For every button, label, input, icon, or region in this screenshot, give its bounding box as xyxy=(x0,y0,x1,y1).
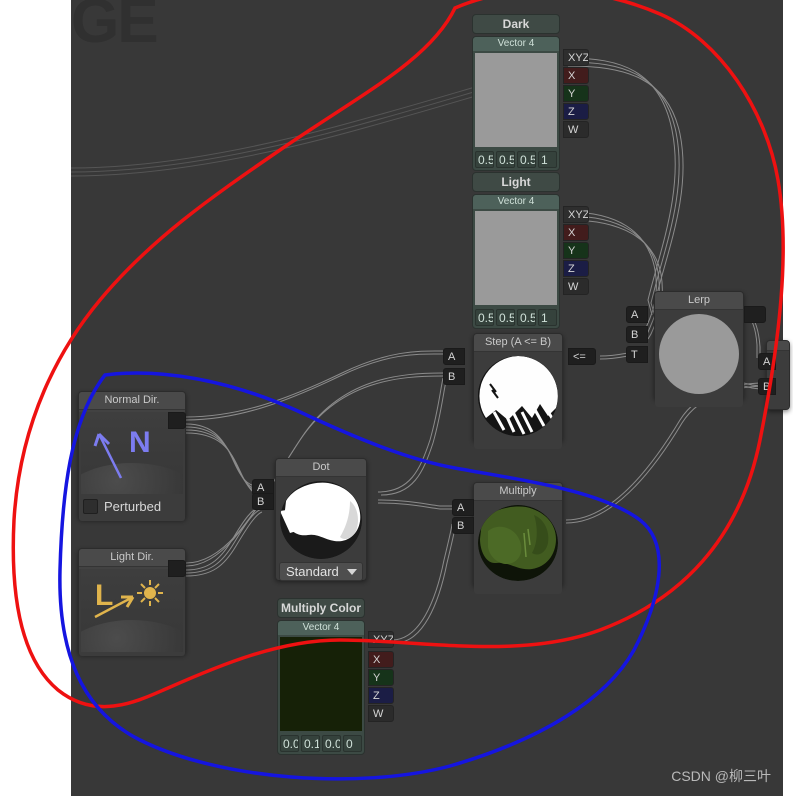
node-light-field-z[interactable]: 0.5 xyxy=(517,309,536,326)
node-dark-output-xyz[interactable]: XYZ xyxy=(563,49,589,66)
node-dot-input-b[interactable]: B xyxy=(252,493,274,510)
perturbed-checkbox[interactable] xyxy=(83,499,98,514)
node-light-body[interactable]: Vector 4 0.5 0.5 0.5 1 xyxy=(472,194,560,329)
node-multiply-color-output-x[interactable]: X xyxy=(368,651,394,668)
node-multiply-color-field-x[interactable]: 0.0 xyxy=(280,735,299,752)
node-lerp-input-b[interactable]: B xyxy=(626,326,648,343)
node-multiply-color-swatch[interactable] xyxy=(280,637,362,731)
dot-mode-dropdown[interactable]: Standard xyxy=(279,562,363,581)
node-multiply-color-field-z[interactable]: 0.0 xyxy=(322,735,341,752)
node-step-input-b[interactable]: B xyxy=(443,368,465,385)
node-normal-dir[interactable]: Normal Dir. N Perturbed xyxy=(78,391,186,521)
node-dot-title: Dot xyxy=(276,459,366,477)
node-multiply-input-a[interactable]: A xyxy=(452,499,474,516)
node-dark-output-z[interactable]: Z xyxy=(563,103,589,120)
node-step-preview xyxy=(478,356,558,436)
node-step-input-a[interactable]: A xyxy=(443,348,465,365)
node-light-output-y[interactable]: Y xyxy=(563,242,589,259)
node-multiply-color-output-xyz[interactable]: XYZ xyxy=(368,631,394,648)
node-light-color-swatch[interactable] xyxy=(475,211,557,305)
node-lerp-body xyxy=(655,310,743,407)
node-lerp-input-a[interactable]: A xyxy=(626,306,648,323)
perturbed-label: Perturbed xyxy=(104,499,162,514)
node-dot-body[interactable]: Standard xyxy=(276,477,366,581)
node-light-field-y[interactable]: 0.5 xyxy=(496,309,515,326)
normal-dir-glyph: N xyxy=(129,426,151,459)
node-dark[interactable]: Dark Vector 4 0.5 0.5 0.5 1 xyxy=(472,14,560,171)
node-offscreen-input-b[interactable]: B xyxy=(758,378,776,395)
node-multiply-body xyxy=(474,501,562,594)
node-lerp-input-t[interactable]: T xyxy=(626,346,648,363)
node-normal-dir-title: Normal Dir. xyxy=(79,392,185,410)
node-multiply-color-output-y[interactable]: Y xyxy=(368,669,394,686)
node-step-title: Step (A <= B) xyxy=(474,334,562,352)
sun-icon xyxy=(137,580,163,606)
shader-graph-screenshot: GE CSDN @柳三叶 Dark Vector 4 0.5 0.5 0.5 1… xyxy=(0,0,793,809)
node-dark-field-x[interactable]: 0.5 xyxy=(475,151,494,168)
dot-mode-value: Standard xyxy=(286,564,339,579)
chevron-down-icon xyxy=(347,568,357,575)
node-multiply-color-field-y[interactable]: 0.1( xyxy=(301,735,320,752)
node-normal-dir-output[interactable] xyxy=(168,412,186,429)
node-dot-preview xyxy=(280,481,362,559)
node-dark-output-w[interactable]: W xyxy=(563,121,589,138)
node-multiply[interactable]: Multiply xyxy=(473,482,563,594)
node-dark-title: Dark xyxy=(472,14,560,34)
node-dot[interactable]: Dot Standard xyxy=(275,458,367,581)
node-dark-fields[interactable]: 0.5 0.5 0.5 1 xyxy=(473,149,559,170)
node-light-title: Light xyxy=(472,172,560,192)
node-light-dir-output[interactable] xyxy=(168,560,186,577)
node-lerp[interactable]: Lerp xyxy=(654,291,744,407)
node-multiply-title: Multiply xyxy=(474,483,562,501)
node-light-output-z[interactable]: Z xyxy=(563,260,589,277)
node-multiply-input-b[interactable]: B xyxy=(452,517,474,534)
node-normal-dir-perturbed-row[interactable]: Perturbed xyxy=(79,496,185,518)
node-light-output-x[interactable]: X xyxy=(563,224,589,241)
node-lerp-output[interactable] xyxy=(744,306,766,323)
light-dir-glyph: L xyxy=(95,579,113,612)
node-offscreen-title xyxy=(767,341,789,351)
node-dark-output-x[interactable]: X xyxy=(563,67,589,84)
node-dot-preview-wrap xyxy=(276,477,366,559)
node-lerp-title: Lerp xyxy=(655,292,743,310)
node-step-body xyxy=(474,352,562,449)
node-light-subtitle: Vector 4 xyxy=(473,195,559,209)
node-light-field-w[interactable]: 1 xyxy=(538,309,557,326)
node-light-field-x[interactable]: 0.5 xyxy=(475,309,494,326)
node-light-dir-body: L xyxy=(79,569,185,656)
node-step-output[interactable]: <= xyxy=(568,348,596,365)
node-dark-body[interactable]: Vector 4 0.5 0.5 0.5 1 xyxy=(472,36,560,171)
node-lerp-preview xyxy=(659,314,739,394)
node-multiply-color-fields[interactable]: 0.0 0.1( 0.0 0 xyxy=(278,733,364,754)
node-multiply-color-subtitle: Vector 4 xyxy=(278,621,364,635)
node-multiply-color-output-z[interactable]: Z xyxy=(368,687,394,704)
watermark-ge: GE xyxy=(71,0,159,56)
node-light[interactable]: Light Vector 4 0.5 0.5 0.5 1 xyxy=(472,172,560,329)
node-multiply-color-title: Multiply Color xyxy=(277,598,365,618)
node-light-dir-preview: L xyxy=(81,569,183,652)
node-step[interactable]: Step (A <= B) xyxy=(473,333,563,449)
node-multiply-preview xyxy=(478,505,558,581)
node-dark-field-z[interactable]: 0.5 xyxy=(517,151,536,168)
node-multiply-color[interactable]: Multiply Color Vector 4 0.0 0.1( 0.0 0 xyxy=(277,598,365,755)
node-light-output-xyz[interactable]: XYZ xyxy=(563,206,589,223)
node-dark-field-w[interactable]: 1 xyxy=(538,151,557,168)
node-light-output-w[interactable]: W xyxy=(563,278,589,295)
node-dark-output-y[interactable]: Y xyxy=(563,85,589,102)
node-dark-field-y[interactable]: 0.5 xyxy=(496,151,515,168)
node-offscreen-input-a[interactable]: A xyxy=(758,353,776,370)
node-dark-color-swatch[interactable] xyxy=(475,53,557,147)
node-multiply-color-body[interactable]: Vector 4 0.0 0.1( 0.0 0 xyxy=(277,620,365,755)
node-multiply-color-field-w[interactable]: 0 xyxy=(343,735,362,752)
node-dark-subtitle: Vector 4 xyxy=(473,37,559,51)
watermark-csdn: CSDN @柳三叶 xyxy=(671,768,771,784)
node-multiply-color-output-w[interactable]: W xyxy=(368,705,394,722)
node-offscreen[interactable] xyxy=(766,340,790,410)
node-light-fields[interactable]: 0.5 0.5 0.5 1 xyxy=(473,307,559,328)
